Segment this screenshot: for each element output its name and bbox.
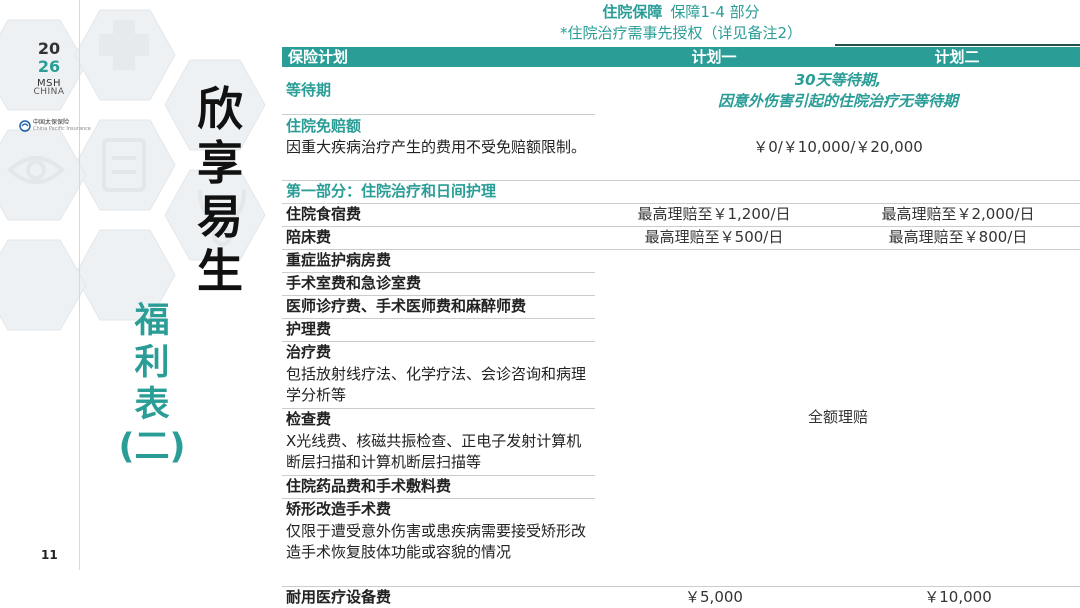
column-plan2: 计划二 xyxy=(934,48,980,66)
equipment-plan1: ￥5,000 xyxy=(685,588,743,606)
subtitle-char: 利 xyxy=(134,343,170,383)
equipment-label: 耐用医疗设备费 xyxy=(286,588,392,606)
examination-label: 检查费 xyxy=(286,410,332,428)
companion-bed-plan2: 最高理赔至￥800/日 xyxy=(888,228,1028,246)
header-note: *住院治疗需事先授权（详见备注2） xyxy=(559,24,803,42)
room-board-label: 住院食宿费 xyxy=(286,205,362,223)
examination-description: X光线费、核磁共振检查、正电子发射计算机断层扫描和计算机断层扫描等 xyxy=(286,432,582,471)
physician-fee-label: 医师诊疗费、手术医师费和麻醉师费 xyxy=(286,297,527,315)
sidebar: 20 26 MSH CHINA 中国太保保险 China Pacific Ins… xyxy=(0,0,278,608)
room-board-plan1: 最高理赔至￥1,200/日 xyxy=(637,205,791,223)
msh-logo-china: CHINA xyxy=(33,87,65,97)
companion-bed-plan1: 最高理赔至￥500/日 xyxy=(644,228,784,246)
subtitle-char: (二) xyxy=(118,427,186,467)
header-title-rest: 保障1-4 部分 xyxy=(670,3,760,21)
title-char: 享 xyxy=(197,136,243,190)
header-decoration-line xyxy=(835,44,1080,46)
deductible-value: ￥0/￥10,000/￥20,000 xyxy=(753,138,923,156)
column-header-bar: 保险计划 计划一 计划二 xyxy=(282,47,1080,67)
header-title-strong: 住院保障 xyxy=(602,3,663,21)
deductible-description: 因重大疾病治疗产生的费用不受免赔额限制。 xyxy=(286,138,587,156)
waiting-period-line1: 30天等待期, xyxy=(794,71,882,89)
waiting-period-value: 30天等待期, 因意外伤害引起的住院治疗无等待期 xyxy=(596,70,1080,112)
companion-bed-label: 陪床费 xyxy=(286,228,332,246)
header-title: 住院保障 保障1-4 部分 xyxy=(282,0,1080,23)
drugs-label: 住院药品费和手术敷料费 xyxy=(286,477,452,495)
row-separator xyxy=(282,114,595,115)
title-char: 易 xyxy=(197,190,243,244)
page-number: 11 xyxy=(41,548,58,562)
partner-logo-icon xyxy=(19,120,31,132)
reconstructive-label: 矫形改造手术费 xyxy=(286,500,392,518)
subtitle-char: 福 xyxy=(134,301,170,341)
waiting-period-line2: 因意外伤害引起的住院治疗无等待期 xyxy=(717,92,958,110)
waiting-period-label: 等待期 xyxy=(286,81,332,99)
room-board-plan2: 最高理赔至￥2,000/日 xyxy=(881,205,1035,223)
treatment-description: 包括放射线疗法、化学疗法、会诊咨询和病理学分析等 xyxy=(286,365,587,404)
section1-heading: 第一部分：住院治疗和日间护理 xyxy=(286,182,497,200)
subtitle-char: 表 xyxy=(134,385,170,425)
column-plan1: 计划一 xyxy=(691,48,737,66)
partner-logo: 中国太保保险 China Pacific Insurance xyxy=(19,119,91,133)
treatment-label: 治疗费 xyxy=(286,343,332,361)
title-char: 欣 xyxy=(197,82,243,136)
deductible-label: 住院免赔额 xyxy=(286,117,362,135)
msh-logo: MSH CHINA xyxy=(33,79,65,97)
partner-logo-text: 中国太保保险 China Pacific Insurance xyxy=(33,119,91,133)
reconstructive-description: 仅限于遭受意外伤害或患疾病需要接受矫形改造手术恢复肢体功能或容貌的情况 xyxy=(286,522,587,561)
slide-title-sub: 福 利 表 (二) xyxy=(112,300,192,468)
surgery-room-label: 手术室费和急诊室费 xyxy=(286,274,422,292)
full-coverage-value: 全额理赔 xyxy=(807,408,868,426)
partner-sub: China Pacific Insurance xyxy=(33,126,91,132)
logo-year-bottom: 26 xyxy=(37,57,61,76)
title-char: 生 xyxy=(197,244,243,298)
sidebar-divider-line xyxy=(79,0,80,570)
slide-title-main: 欣 享 易 生 xyxy=(194,82,246,298)
table-header: 住院保障 保障1-4 部分 *住院治疗需事先授权（详见备注2） xyxy=(282,0,1080,46)
logo-year: 20 26 xyxy=(31,40,67,76)
partner-name: 中国太保保险 xyxy=(33,119,70,126)
nursing-label: 护理费 xyxy=(286,320,332,338)
equipment-plan2: ￥10,000 xyxy=(924,588,992,606)
column-plan: 保险计划 xyxy=(288,48,349,66)
logo-year-top: 20 xyxy=(37,39,61,58)
icu-label: 重症监护病房费 xyxy=(286,251,392,269)
